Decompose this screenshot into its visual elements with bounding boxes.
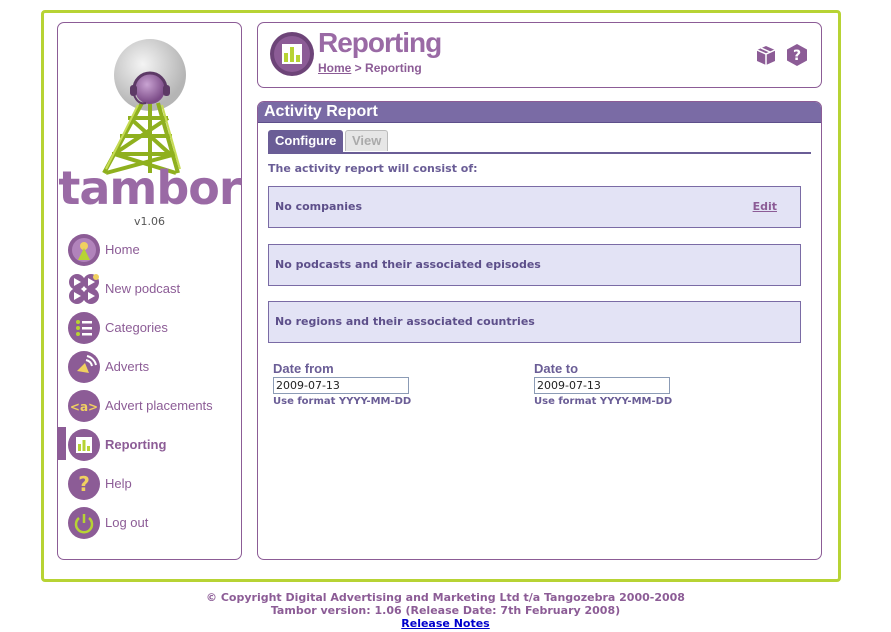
breadcrumb-separator: > — [351, 61, 366, 75]
date-to-field: Date to Use format YYYY-MM-DD — [534, 361, 672, 407]
sidebar-item-log-out[interactable]: Log out — [58, 503, 241, 542]
sidebar-item-label: Log out — [105, 515, 149, 530]
date-from-label: Date from — [273, 361, 334, 376]
breadcrumb-home-link[interactable]: Home — [318, 61, 351, 75]
categories-icon — [68, 311, 100, 344]
companies-box: No companies Edit — [268, 186, 801, 228]
power-icon — [68, 506, 100, 539]
date-to-input[interactable] — [534, 377, 670, 394]
new-podcast-icon — [68, 273, 100, 305]
companies-text: No companies — [275, 200, 363, 213]
sidebar: tambor v1.06 Home New podcast Categories — [57, 22, 242, 560]
sidebar-item-advert-placements[interactable]: <a> Advert placements — [58, 386, 241, 425]
sidebar-item-label: Home — [105, 242, 140, 257]
activity-report-panel: Activity Report Configure View The activ… — [257, 101, 822, 560]
adverts-icon — [68, 350, 100, 383]
sidebar-item-home[interactable]: Home — [58, 230, 241, 269]
sidebar-item-label: Adverts — [105, 359, 150, 374]
release-notes-link[interactable]: Release Notes — [401, 617, 489, 630]
date-from-field: Date from Use format YYYY-MM-DD — [273, 361, 411, 407]
breadcrumb-current: Reporting — [365, 61, 422, 75]
sidebar-item-help[interactable]: ? Help — [58, 464, 241, 503]
svg-text:?: ? — [78, 472, 90, 496]
advert-placements-icon: <a> — [68, 389, 100, 422]
reporting-icon — [68, 428, 100, 461]
report-intro: The activity report will consist of: — [268, 162, 478, 175]
brand-name: tambor — [58, 161, 241, 215]
help-icon[interactable]: ? — [785, 43, 809, 71]
sidebar-item-label: Reporting — [105, 437, 167, 452]
panel-title: Activity Report — [258, 102, 821, 123]
help-icon: ? — [68, 467, 100, 500]
svg-text:<a>: <a> — [70, 400, 98, 414]
sidebar-item-label: Help — [105, 476, 132, 491]
date-to-hint: Use format YYYY-MM-DD — [534, 396, 673, 407]
podcasts-text: No podcasts and their associated episode… — [275, 258, 541, 271]
sidebar-item-adverts[interactable]: Adverts — [58, 347, 241, 386]
date-from-input[interactable] — [273, 377, 409, 394]
tab-configure[interactable]: Configure — [268, 130, 344, 152]
sidebar-item-reporting[interactable]: Reporting — [57, 425, 241, 464]
page-title: Reporting — [318, 27, 442, 58]
date-to-label: Date to — [534, 361, 579, 376]
tambor-logo: tambor v1.06 — [58, 23, 242, 238]
sidebar-item-label: New podcast — [105, 281, 181, 296]
regions-box: No regions and their associated countrie… — [268, 301, 801, 343]
breadcrumb: Home > Reporting — [318, 61, 422, 75]
copyright-text: © Copyright Digital Advertising and Mark… — [206, 591, 685, 604]
page-footer: © Copyright Digital Advertising and Mark… — [0, 591, 891, 630]
sidebar-item-label: Advert placements — [105, 398, 213, 413]
regions-text: No regions and their associated countrie… — [275, 315, 535, 328]
package-icon[interactable] — [754, 43, 778, 71]
edit-companies-link[interactable]: Edit — [753, 200, 777, 213]
date-from-hint: Use format YYYY-MM-DD — [273, 396, 412, 407]
report-tabs: Configure View — [268, 130, 811, 154]
app-version: v1.06 — [133, 215, 165, 228]
page-header: Reporting Home > Reporting ? — [257, 22, 822, 88]
podcasts-box: No podcasts and their associated episode… — [268, 244, 801, 286]
sidebar-nav: Home New podcast Categories Adverts <a> … — [57, 230, 241, 542]
tab-view[interactable]: View — [345, 130, 389, 151]
sidebar-item-new-podcast[interactable]: New podcast — [58, 269, 241, 308]
header-tools: ? — [754, 43, 809, 71]
svg-text:?: ? — [793, 48, 801, 64]
reporting-icon — [270, 32, 314, 80]
home-icon — [68, 233, 100, 266]
sidebar-item-categories[interactable]: Categories — [58, 308, 241, 347]
sidebar-item-label: Categories — [105, 320, 168, 335]
version-text: Tambor version: 1.06 (Release Date: 7th … — [270, 604, 621, 617]
